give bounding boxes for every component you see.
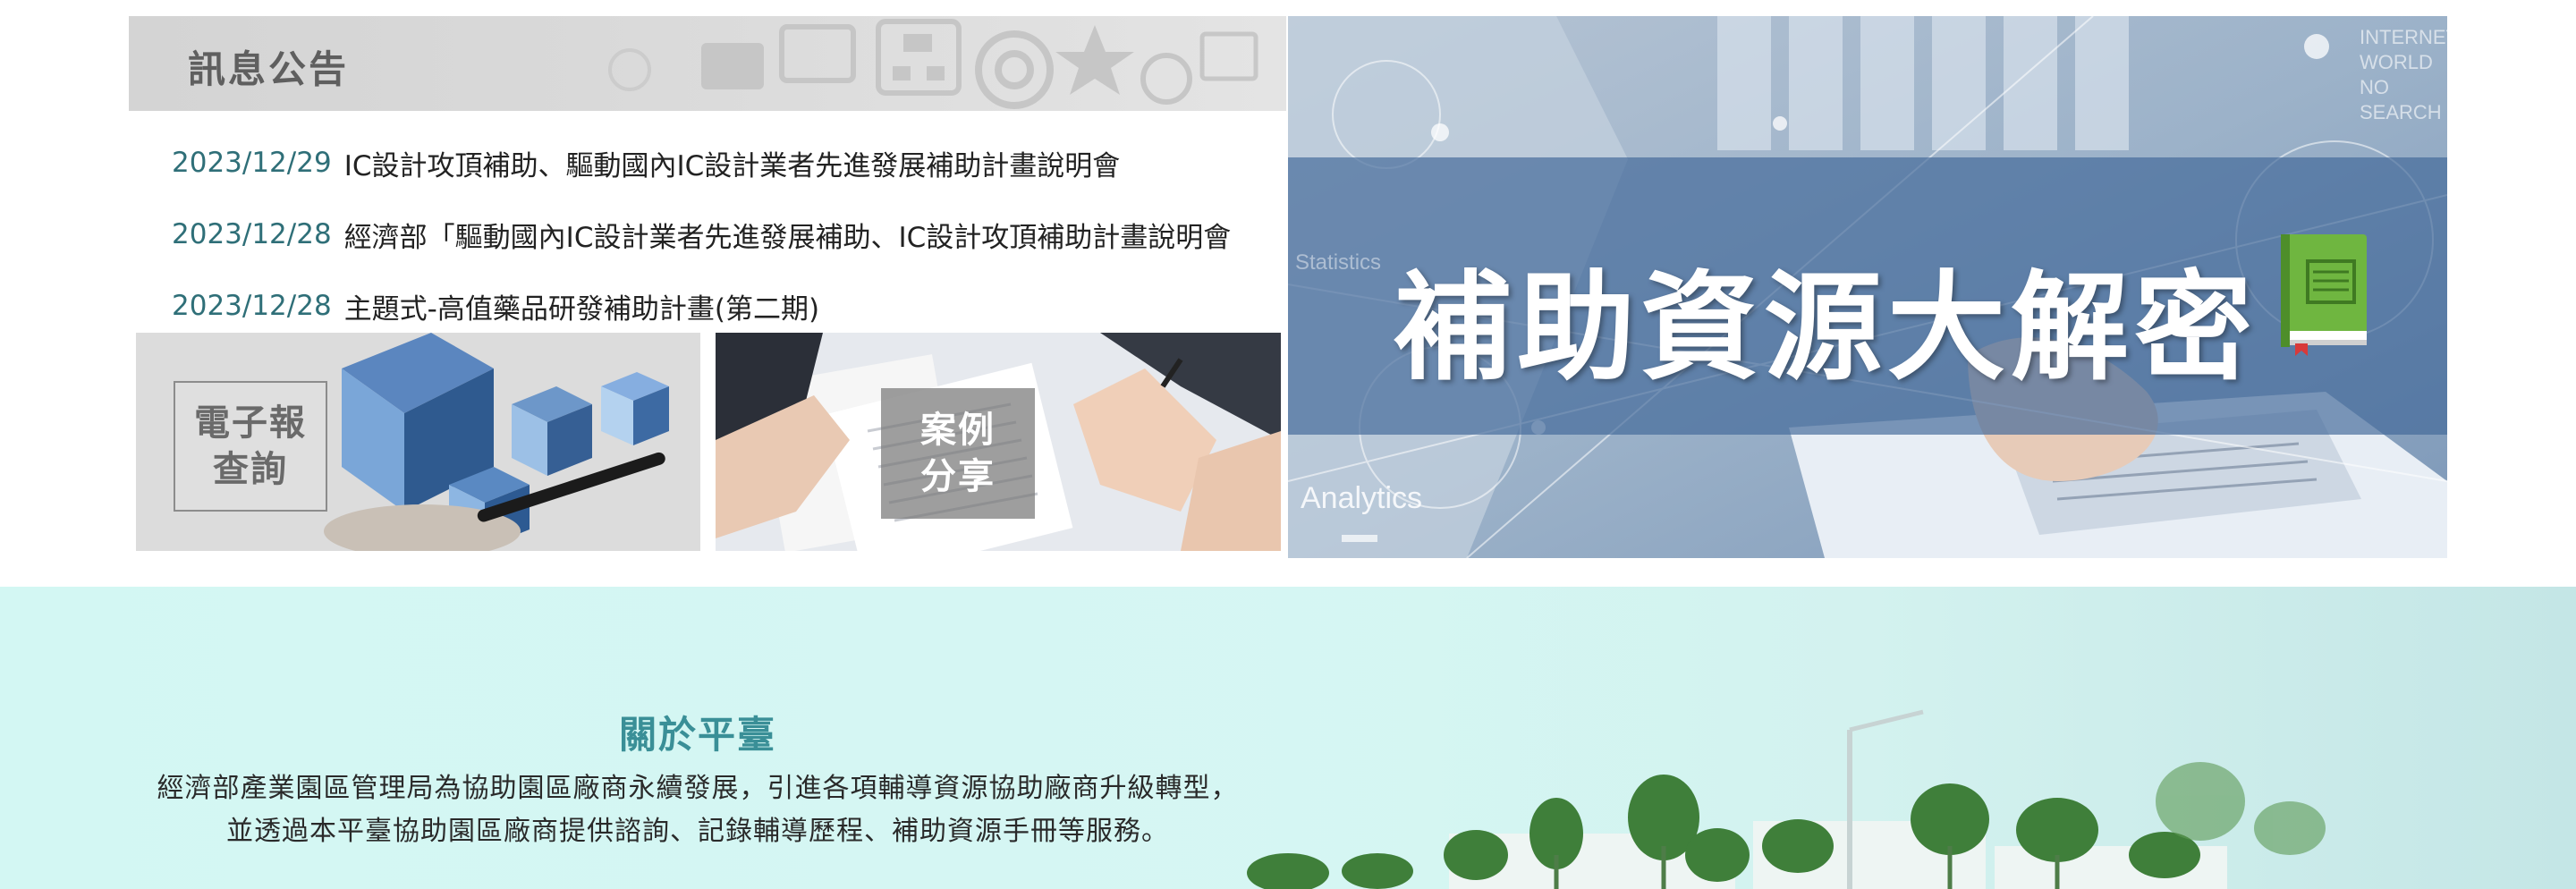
banner-word-analytics: Analytics [1301, 481, 1423, 515]
banner-word-statistics: Statistics [1295, 250, 1382, 275]
news-date: 2023/12/28 [172, 218, 332, 250]
epaper-search-card[interactable]: 電子報 查詢 [136, 333, 700, 551]
banner-word: SEARCH [2360, 101, 2442, 123]
epaper-label-line2: 查詢 [213, 449, 288, 490]
about-text-line: 經濟部產業園區管理局為協助園區廠商永續發展，引進各項輔導資源協助廠商升級轉型， [157, 773, 1239, 804]
news-title-link[interactable]: 經濟部「驅動國內IC設計業者先進發展補助、IC設計攻頂補助計畫說明會 [344, 215, 1232, 255]
news-date: 2023/12/29 [172, 147, 332, 179]
epaper-label-line1: 電子報 [194, 402, 307, 444]
about-section: 關於平臺 經濟部產業園區管理局為協助園區廠商永續發展，引進各項輔導資源協助廠商升… [0, 587, 2576, 889]
news-title-link[interactable]: IC設計攻頂補助、驅動國內IC設計業者先進發展補助計畫說明會 [344, 143, 1121, 183]
banner-word: INTERNET [2360, 26, 2447, 48]
case-card-label: 案例 分享 [881, 388, 1035, 519]
news-item[interactable]: 2023/12/28 經濟部「驅動國內IC設計業者先進發展補助、IC設計攻頂補助… [129, 199, 1286, 270]
news-date: 2023/12/28 [172, 290, 332, 322]
about-title: 關於平臺 [618, 713, 776, 757]
news-item[interactable]: 2023/12/29 IC設計攻頂補助、驅動國內IC設計業者先進發展補助計畫說明… [129, 127, 1286, 199]
epaper-card-label: 電子報 查詢 [174, 381, 327, 512]
news-header-title: 訊息公告 [188, 47, 350, 91]
banner-title: 補助資源大解密 [1394, 259, 2258, 397]
banner-word: WORLD [2360, 51, 2433, 73]
banner-word: NO [2360, 76, 2389, 98]
news-item[interactable]: 2023/12/28 主題式-高值藥品研發補助計畫(第二期) [129, 270, 1286, 342]
subsidy-resources-banner[interactable]: Statistics Analytics INTERNET WORLD NO S… [1288, 16, 2447, 558]
page: 訊息公告 2023/12/29 IC設計攻頂補助、驅動國內IC設計業者先進發展補… [0, 0, 2576, 889]
news-header: 訊息公告 [129, 16, 1286, 111]
news-title-link[interactable]: 主題式-高值藥品研發補助計畫(第二期) [344, 286, 819, 326]
banner-word-internet: INTERNET WORLD NO SEARCH [2360, 25, 2447, 125]
news-header-decoration [608, 19, 1258, 109]
case-sharing-card[interactable]: 案例 分享 [716, 333, 1281, 551]
book-icon [2281, 234, 2367, 356]
news-panel: 訊息公告 2023/12/29 IC設計攻頂補助、驅動國內IC設計業者先進發展補… [129, 16, 1286, 336]
about-description: 經濟部產業園區管理局為協助園區廠商永續發展，引進各項輔導資源協助廠商升級轉型， … [0, 767, 1395, 853]
case-label-line2: 分享 [920, 456, 996, 497]
news-list: 2023/12/29 IC設計攻頂補助、驅動國內IC設計業者先進發展補助計畫說明… [129, 111, 1286, 342]
about-text-line: 並透過本平臺協助園區廠商提供諮詢、記錄輔導歷程、補助資源手冊等服務。 [226, 816, 1169, 847]
case-label-line1: 案例 [920, 410, 996, 451]
